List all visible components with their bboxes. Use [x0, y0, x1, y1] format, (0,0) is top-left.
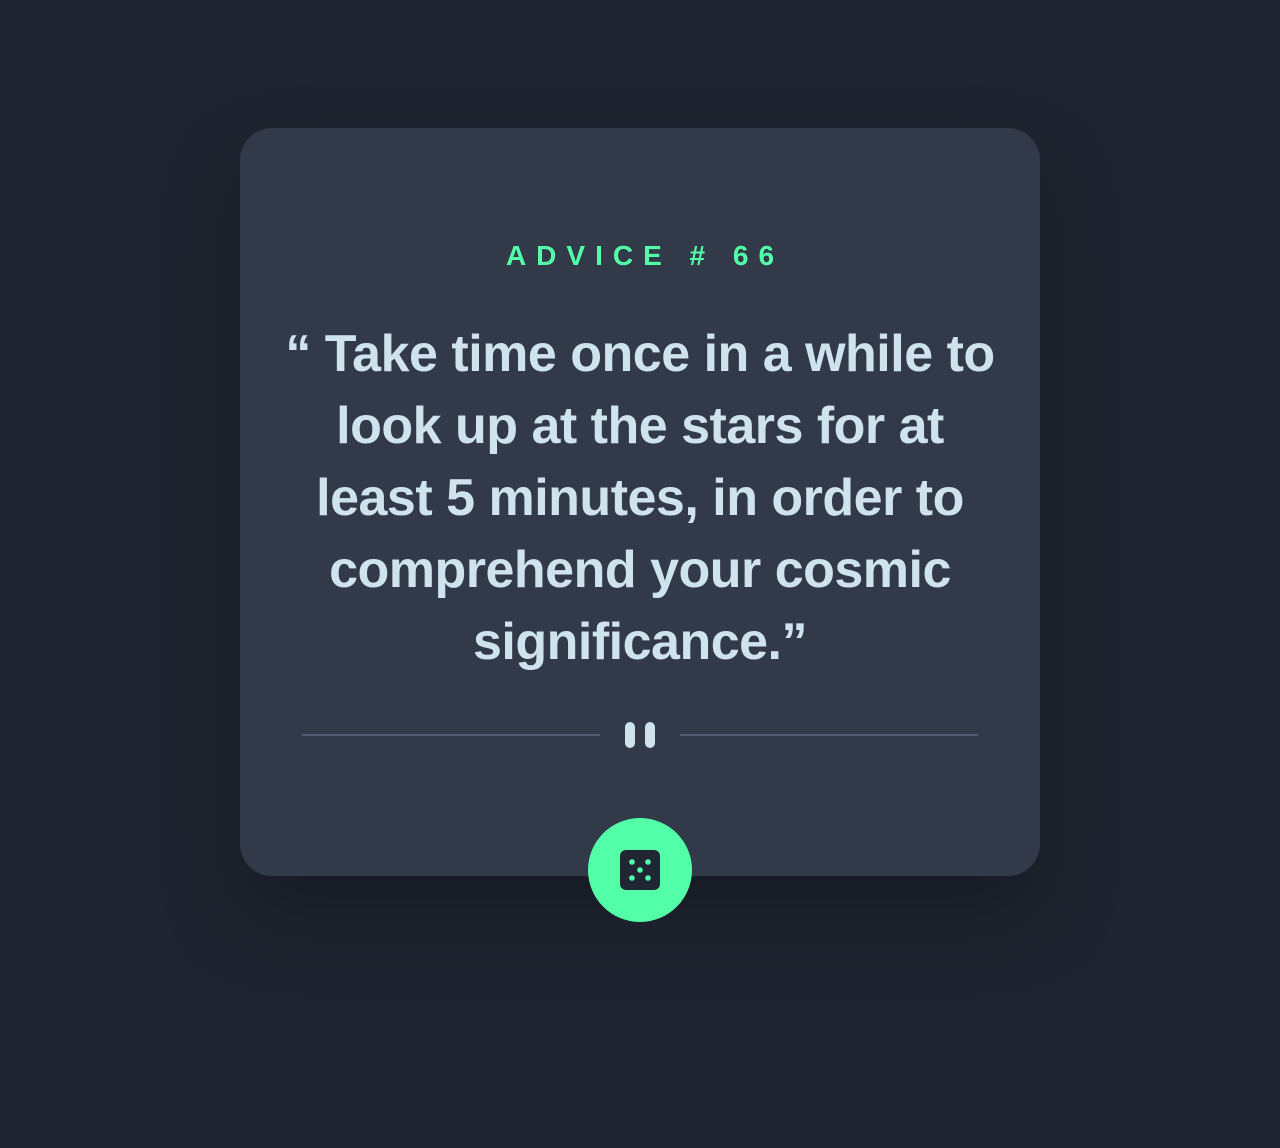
pause-icon: [624, 722, 656, 748]
pause-icon-bar: [625, 722, 635, 748]
advice-quote: “ Take time once in a while to look up a…: [285, 325, 995, 671]
new-advice-button[interactable]: [588, 818, 692, 922]
advice-number-label: ADVICE # 66: [505, 240, 785, 271]
divider-line-right: [680, 734, 978, 736]
dice-icon: [620, 850, 660, 890]
divider-line-left: [302, 734, 600, 736]
divider: [302, 722, 978, 748]
advice-card: ADVICE # 66 “ Take time once in a while …: [240, 128, 1040, 876]
pause-icon-bar: [645, 722, 655, 748]
